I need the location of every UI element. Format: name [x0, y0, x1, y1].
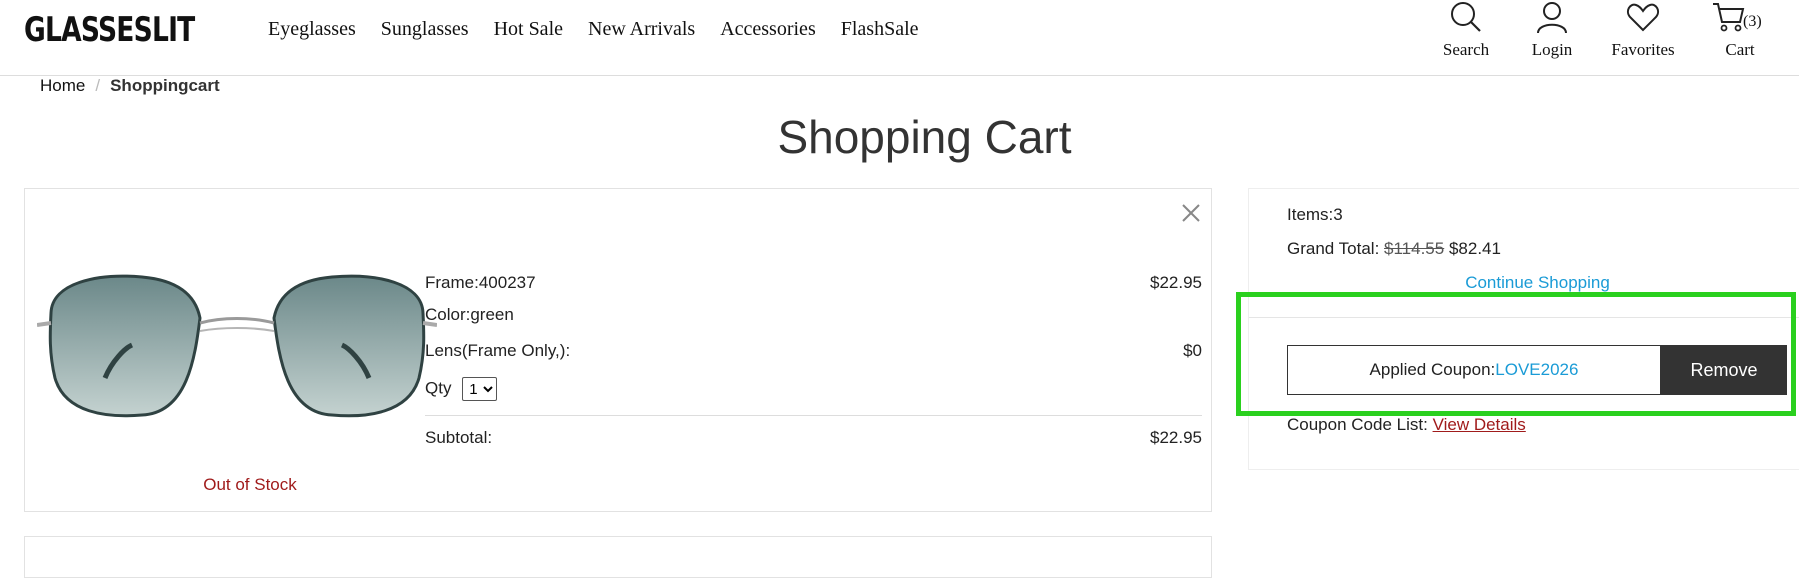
user-icon	[1537, 2, 1567, 34]
favorites-button[interactable]: Favorites	[1606, 0, 1680, 60]
page-title: Shopping Cart	[777, 111, 1072, 163]
coupon-code-list: Coupon Code List: View Details	[1287, 415, 1526, 435]
breadcrumb-current: Shoppingcart	[110, 76, 220, 95]
cart-button[interactable]: (3) Cart	[1710, 0, 1770, 60]
breadcrumb: Home / Shoppingcart	[40, 76, 220, 96]
cart-item-card: Out of Stock Frame:400237 $22.95 Color:g…	[24, 188, 1212, 512]
nav-eyeglasses[interactable]: Eyeglasses	[268, 18, 356, 41]
summary-divider	[1249, 317, 1799, 318]
qty-label: Qty	[425, 378, 452, 398]
nav-new-arrivals[interactable]: New Arrivals	[588, 18, 695, 41]
stock-status: Out of Stock	[203, 475, 297, 494]
coupon-code: LOVE2026	[1495, 360, 1579, 379]
login-button[interactable]: Login	[1524, 0, 1580, 60]
cart-icon	[1713, 3, 1745, 32]
search-button[interactable]: Search	[1436, 0, 1496, 60]
view-details-link[interactable]: View Details	[1433, 415, 1526, 434]
subtotal-value: $22.95	[1150, 428, 1202, 447]
cart-item-card-next	[24, 536, 1212, 578]
order-summary: Items:3 Grand Total: $114.55 $82.41 Cont…	[1248, 188, 1799, 470]
subtotal-row: Subtotal: $22.95	[425, 428, 1202, 460]
product-image	[37, 274, 437, 418]
grand-total-label: Grand Total:	[1287, 239, 1380, 258]
item-details: Frame:400237 $22.95 Color:green Lens(Fra…	[425, 273, 1202, 460]
frame-price: $22.95	[1150, 273, 1202, 292]
nav-sunglasses[interactable]: Sunglasses	[381, 18, 469, 41]
breadcrumb-separator: /	[95, 76, 101, 95]
qty-row: Qty 1	[425, 377, 1202, 409]
frame-row: Frame:400237 $22.95	[425, 273, 1202, 305]
nav-hot-sale[interactable]: Hot Sale	[494, 18, 563, 41]
login-label: Login	[1531, 40, 1573, 59]
remove-coupon-button[interactable]: Remove	[1661, 345, 1787, 395]
grand-total-final: $82.41	[1448, 239, 1501, 258]
main-nav: Eyeglasses Sunglasses Hot Sale New Arriv…	[268, 18, 944, 41]
nav-flashsale[interactable]: FlashSale	[841, 18, 919, 41]
items-count: Items:3	[1287, 205, 1343, 224]
coupon-list-label: Coupon Code List:	[1287, 415, 1428, 434]
search-icon	[1451, 2, 1481, 32]
continue-shopping-link[interactable]: Continue Shopping	[1249, 273, 1799, 293]
frame-label: Frame:400237	[425, 273, 536, 292]
applied-coupon-label: Applied Coupon:	[1369, 360, 1496, 379]
lens-row: Lens(Frame Only,): $0	[425, 341, 1202, 373]
breadcrumb-home[interactable]: Home	[40, 76, 85, 95]
search-label: Search	[1442, 40, 1490, 59]
subtotal-label: Subtotal:	[425, 428, 493, 447]
cart-label: Cart	[1725, 40, 1755, 59]
color-row: Color:green	[425, 305, 1202, 337]
cart-count-badge: (3)	[1743, 13, 1762, 30]
favorites-label: Favorites	[1611, 40, 1675, 59]
lens-price: $0	[1183, 341, 1202, 360]
nav-accessories[interactable]: Accessories	[720, 18, 816, 41]
color-label: Color:green	[425, 305, 514, 324]
item-divider	[425, 415, 1202, 416]
site-header: GLASSESLIT Eyeglasses Sunglasses Hot Sal…	[0, 0, 1799, 76]
applied-coupon-box: Applied Coupon: LOVE2026	[1287, 345, 1661, 395]
close-icon[interactable]	[1181, 203, 1201, 223]
heart-icon	[1626, 3, 1660, 32]
lens-label: Lens(Frame Only,):	[425, 341, 571, 360]
grand-total-original: $114.55	[1384, 239, 1445, 258]
grand-total: Grand Total: $114.55 $82.41	[1287, 239, 1501, 259]
site-logo[interactable]: GLASSESLIT	[24, 10, 195, 50]
qty-select[interactable]: 1	[462, 377, 498, 401]
